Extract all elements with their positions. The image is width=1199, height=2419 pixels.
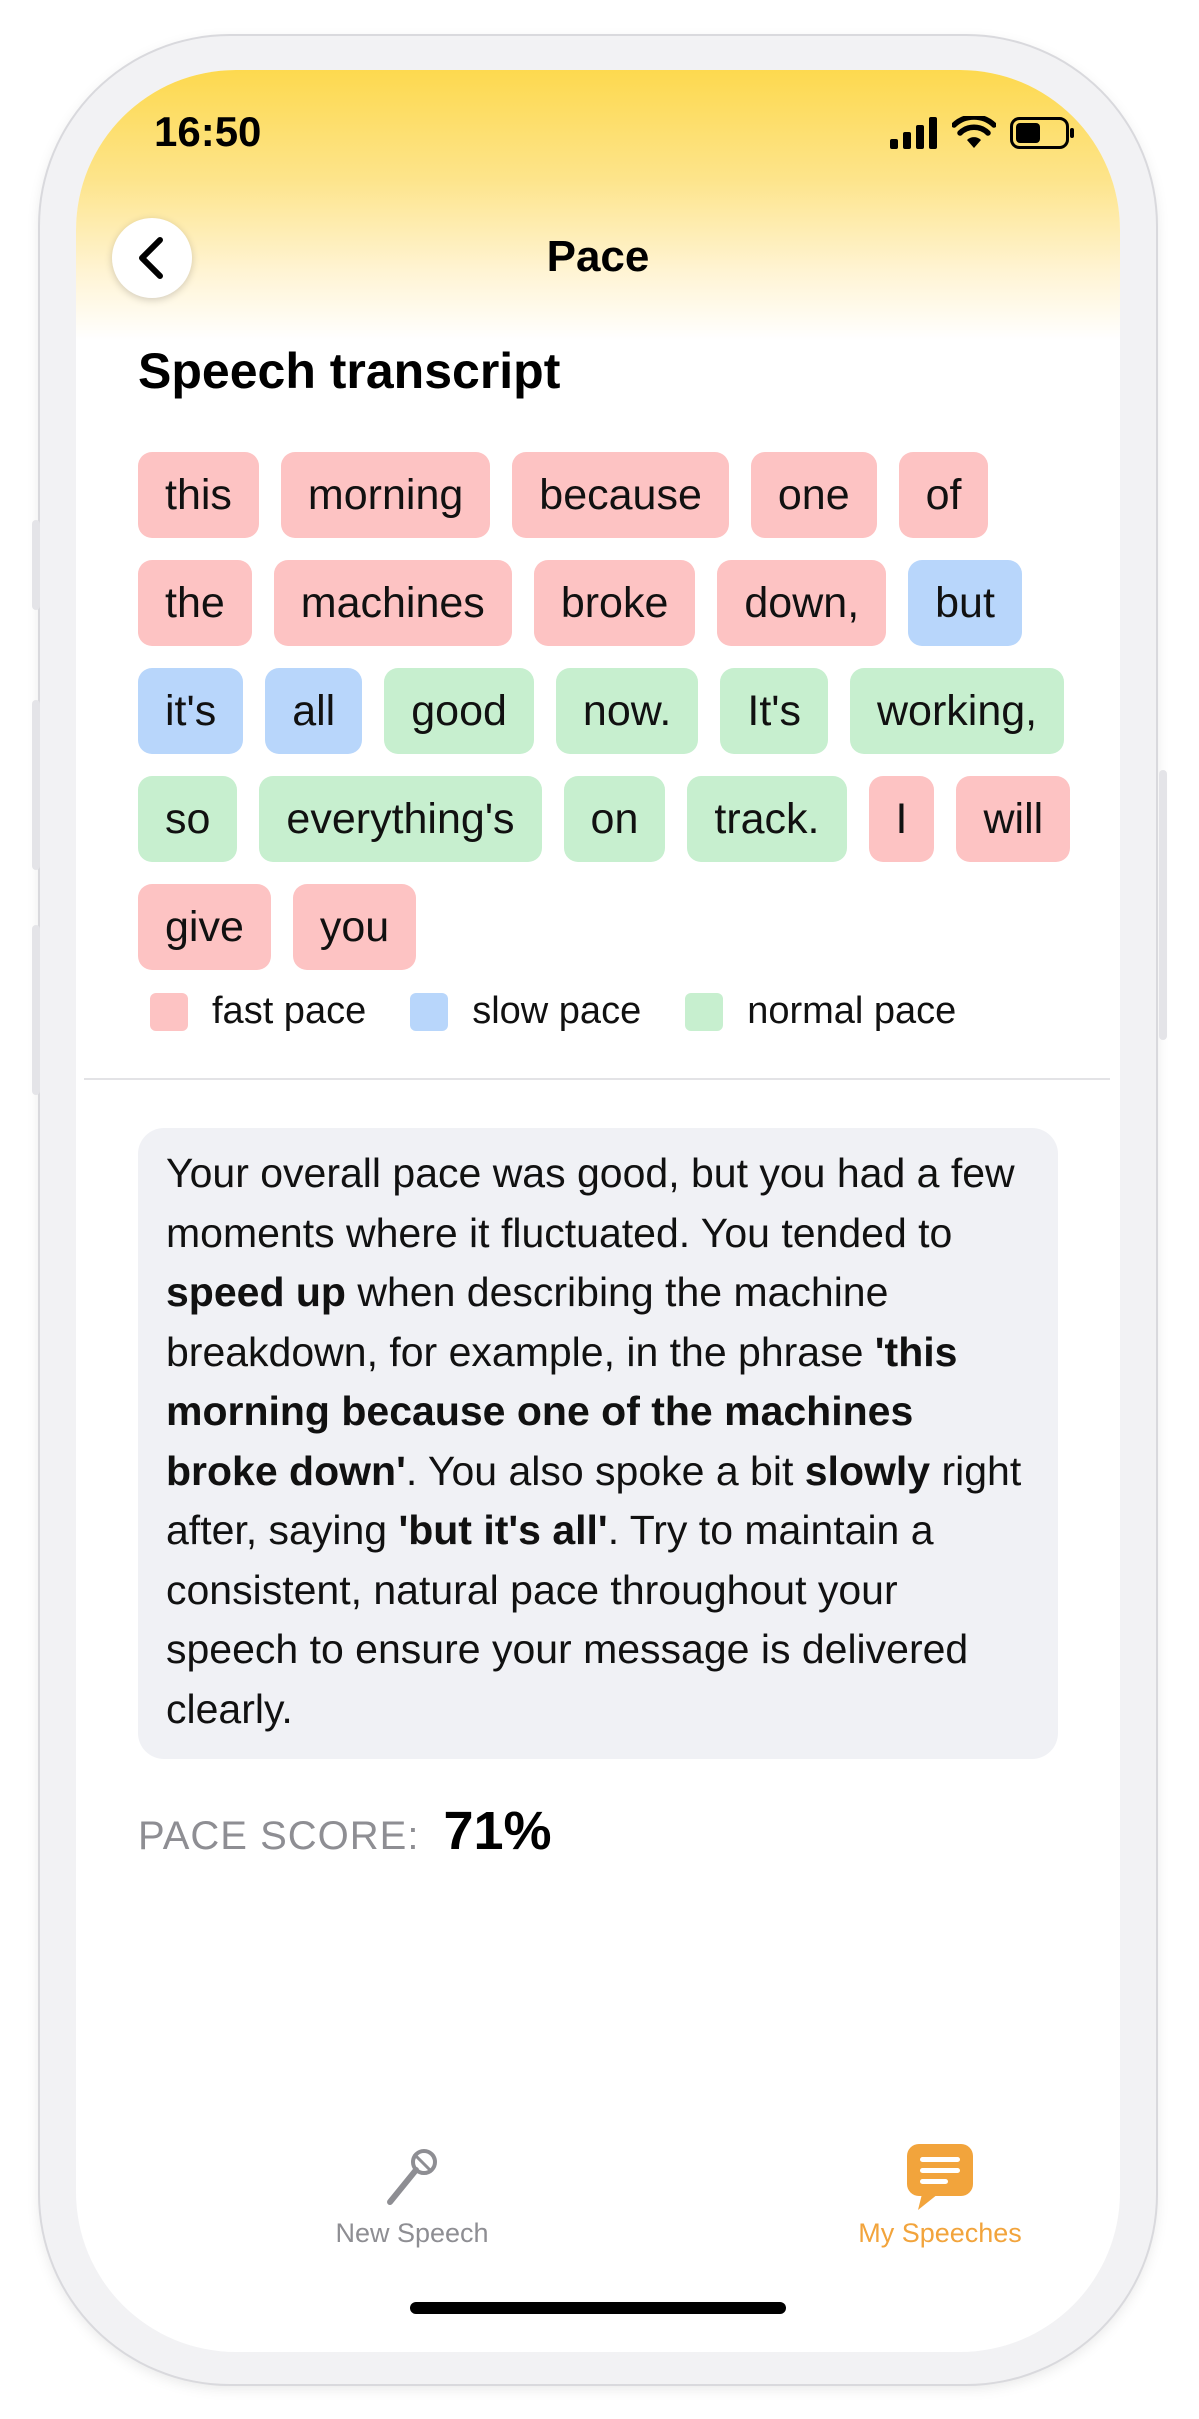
feedback-highlight: speed up — [166, 1269, 346, 1315]
word-chip-fast: machines — [273, 560, 512, 646]
word-chip-normal: working, — [850, 668, 1065, 754]
tab-new-speech-label: New Speech — [335, 2218, 489, 2248]
word-chip-fast: one — [750, 452, 877, 538]
fast-pace-swatch — [150, 992, 188, 1031]
word-chip-normal: everything's — [259, 776, 542, 862]
side-button-left — [32, 700, 40, 870]
side-button-right — [1159, 770, 1167, 1040]
pace-score-value: 71% — [443, 1801, 552, 1861]
legend-fast: fast pace — [150, 990, 366, 1033]
word-chip-slow: all — [265, 668, 363, 754]
tab-my-speeches-label: My Speeches — [858, 2218, 1022, 2248]
tab-bar: New Speech My Speeches — [76, 2110, 1120, 2310]
section-divider — [84, 1078, 1110, 1080]
microphone-icon — [387, 2149, 437, 2205]
page-title: Pace — [546, 232, 650, 281]
tab-my-speeches[interactable]: My Speeches — [790, 2140, 1090, 2249]
word-chip-normal: so — [138, 776, 238, 862]
pace-legend: fast pace slow pace normal pace — [150, 990, 1000, 1033]
legend-fast-label: fast pace — [212, 990, 367, 1032]
legend-normal: normal pace — [685, 990, 956, 1033]
legend-slow-label: slow pace — [472, 990, 642, 1032]
legend-slow: slow pace — [410, 990, 641, 1033]
speech-bubble-icon — [907, 2144, 973, 2210]
home-indicator — [410, 2302, 786, 2314]
transcript-words: this morning because one of the machines broke d… — [138, 452, 1078, 970]
pace-score-label: PACE SCORE: — [138, 1814, 420, 1858]
normal-pace-swatch — [685, 992, 724, 1031]
cellular-signal-icon — [890, 117, 937, 149]
legend-normal-label: normal pace — [747, 990, 957, 1032]
feedback-card: Your overall pace was good, but you had … — [138, 1128, 1058, 1759]
tab-new-speech[interactable]: New Speech — [262, 2140, 562, 2249]
word-chip-slow: but — [908, 560, 1022, 646]
word-chip-normal: now. — [555, 668, 699, 754]
word-chip-fast: down, — [717, 560, 887, 646]
feedback-highlight: slowly — [804, 1447, 931, 1494]
app-screen: 16:50 Pace Speech transcript this mornin… — [76, 70, 1120, 2352]
feedback-highlight: 'but it's all' — [398, 1507, 608, 1553]
status-icons — [890, 116, 1076, 150]
word-chip-fast: will — [956, 776, 1071, 862]
status-time: 16:50 — [154, 108, 262, 155]
battery-icon — [1010, 117, 1074, 149]
word-chip-normal: good — [384, 668, 534, 754]
feedback-text: . You also spoke a bit — [405, 1447, 805, 1494]
word-chip-fast: I — [868, 776, 935, 862]
word-chip-fast: you — [292, 884, 417, 970]
word-chip-fast: because — [512, 452, 729, 538]
word-chip-fast: the — [138, 560, 252, 646]
slow-pace-swatch — [410, 992, 449, 1031]
pace-score: PACE SCORE: 71% — [138, 1800, 552, 1862]
word-chip-fast: broke — [533, 560, 696, 646]
word-chip-fast: this — [138, 452, 259, 538]
word-chip-normal: on — [563, 776, 666, 862]
wifi-icon — [952, 116, 996, 148]
status-bar: 16:50 — [76, 70, 1120, 190]
feedback-text: Your overall pace was good, but you had … — [166, 1150, 1015, 1256]
word-chip-normal: It's — [720, 668, 828, 754]
device-frame: 16:50 Pace Speech transcript this mornin… — [0, 0, 1199, 2419]
word-chip-fast: morning — [280, 452, 491, 538]
word-chip-normal: track. — [687, 776, 847, 862]
side-button-left — [32, 520, 40, 610]
transcript-title: Speech transcript — [138, 343, 561, 399]
side-button-left — [32, 925, 40, 1095]
word-chip-fast: of — [898, 452, 989, 538]
word-chip-slow: it's — [138, 668, 244, 754]
navigation-bar: Pace — [76, 210, 1120, 320]
word-chip-fast: give — [138, 884, 271, 970]
